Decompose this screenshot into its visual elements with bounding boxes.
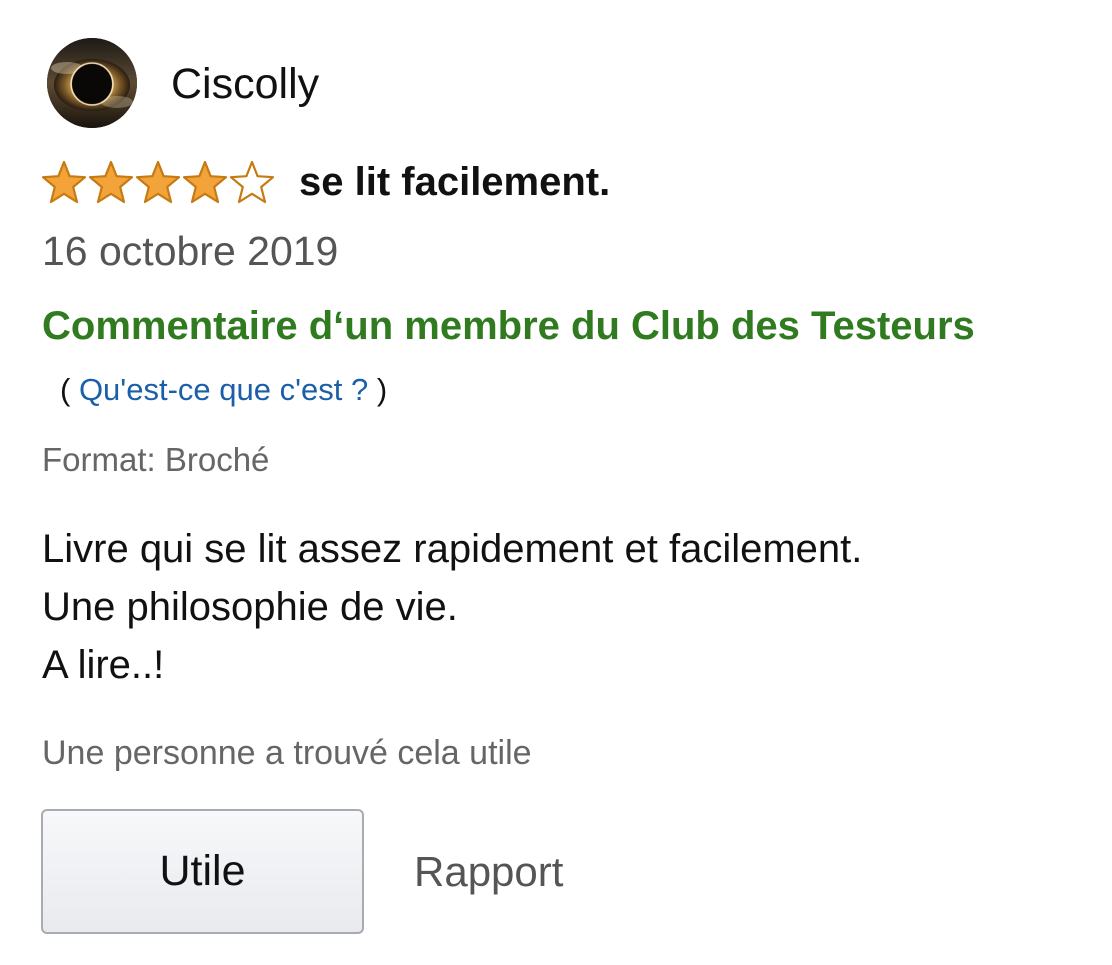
whats-this-close-paren: )	[368, 372, 388, 407]
profile-avatar[interactable]	[47, 38, 137, 128]
star-filled-icon	[182, 160, 228, 204]
helpful-count: Une personne a trouvé cela utile	[42, 734, 532, 772]
whats-this-note: ( Qu'est-ce que c'est ? )	[60, 370, 387, 410]
helpful-button[interactable]: Utile	[41, 809, 364, 934]
review-body-line: A lire..!	[42, 643, 165, 687]
star-filled-icon	[88, 160, 134, 204]
star-rating	[40, 159, 275, 205]
review-title[interactable]: se lit facilement.	[299, 156, 610, 208]
star-filled-icon	[135, 160, 181, 204]
vine-member-badge: Commentaire d‘un membre du Club des Test…	[42, 304, 975, 348]
whats-this-link[interactable]: Qu'est-ce que c'est ?	[79, 372, 368, 407]
product-format[interactable]: Format: Broché	[42, 439, 269, 481]
star-filled-icon	[41, 160, 87, 204]
review-body-line: Une philosophie de vie.	[42, 585, 458, 629]
report-link[interactable]: Rapport	[414, 846, 563, 898]
review-author-name[interactable]: Ciscolly	[171, 58, 319, 110]
review-date: 16 octobre 2019	[42, 228, 339, 274]
eclipse-avatar-icon	[47, 38, 137, 128]
review-body-line: Livre qui se lit assez rapidement et fac…	[42, 527, 863, 571]
rating-row: se lit facilement.	[40, 152, 610, 212]
review-body: Livre qui se lit assez rapidement et fac…	[42, 520, 862, 694]
whats-this-open-paren: (	[60, 372, 79, 407]
customer-review: Ciscolly se lit facilement. 16 octobre 2…	[0, 0, 1112, 965]
star-empty-icon	[229, 160, 275, 204]
